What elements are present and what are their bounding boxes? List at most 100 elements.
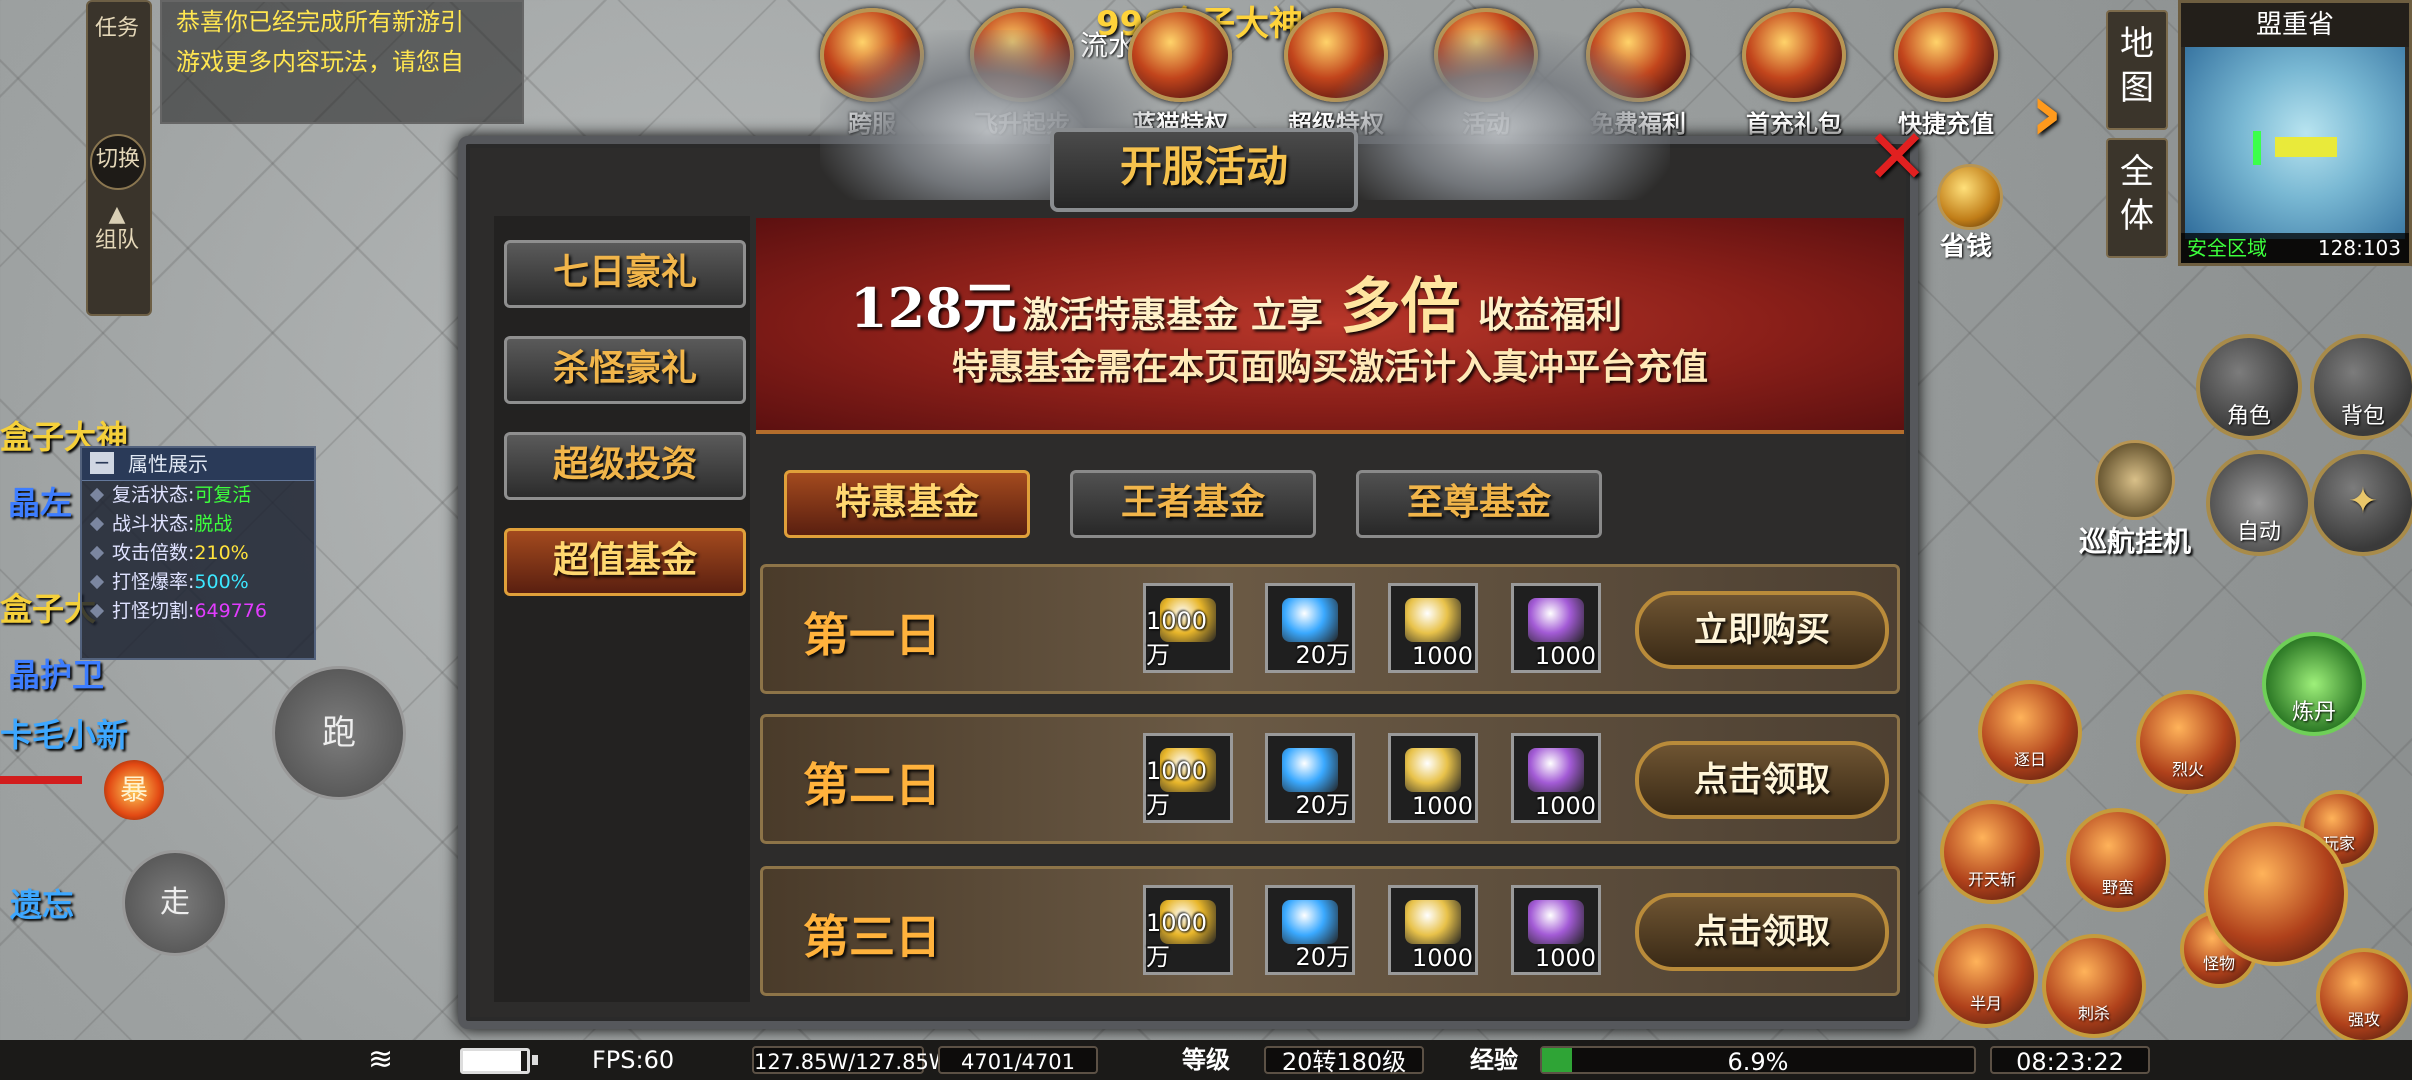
skill-label: 逐日 [2013, 750, 2046, 769]
reward-item-slot[interactable]: 1000 [1511, 583, 1601, 673]
compass-button[interactable]: ✦ [2310, 450, 2412, 556]
reward-quantity: 20万 [1295, 791, 1350, 819]
battery-icon [460, 1048, 530, 1074]
scroll-icon [1405, 748, 1461, 792]
player-marker-icon [2275, 137, 2337, 157]
bag-label: 背包 [2340, 404, 2385, 429]
task-button[interactable]: 任务 [94, 16, 140, 42]
attribute-rows: 复活状态:可复活 战斗状态:脱战 攻击倍数:210% 打怪爆率:500% 打怪切割:64… [82, 481, 314, 626]
coords-label: 128:103 [2317, 236, 2401, 260]
attribute-panel-title: − 属性展示 [82, 448, 314, 481]
minimap-view[interactable] [2185, 47, 2405, 239]
claim-button[interactable]: 点击领取 [1635, 741, 1889, 819]
skill-button-0[interactable]: 逐日 [1978, 680, 2082, 784]
reward-item-slot[interactable]: 1000万 [1143, 583, 1233, 673]
reward-item-slot[interactable]: 1000 [1388, 733, 1478, 823]
skill-button-6[interactable]: 强攻 [2316, 948, 2412, 1044]
top-icon-7[interactable]: 快捷充值 [1890, 8, 2002, 138]
fund-tab-0[interactable]: 特惠基金 [784, 470, 1030, 538]
skill-label: 半月 [1969, 994, 2002, 1013]
claim-button[interactable]: 点击领取 [1635, 893, 1889, 971]
quick-recharge-icon [1894, 8, 1998, 102]
banner-price: 128元 [850, 276, 1017, 340]
skill-button-1[interactable]: 烈火 [2136, 690, 2240, 794]
exp-percent: 6.9% [1727, 1048, 1789, 1076]
bag-button[interactable]: 背包 [2310, 334, 2412, 440]
skill-button-3[interactable]: 野蛮 [2066, 808, 2170, 912]
saving-label: 省钱 [1940, 232, 1993, 262]
attribute-value: 210% [194, 542, 249, 564]
reward-item-slot[interactable]: 20万 [1265, 733, 1355, 823]
skill-button-4[interactable]: 半月 [1934, 924, 2038, 1028]
alchemy-button[interactable]: 炼丹 [2262, 632, 2366, 736]
zone-label: 安全区域 [2187, 236, 2267, 260]
reward-item-slot[interactable]: 1000 [1511, 885, 1601, 975]
team-button[interactable]: ▲ 组队 [94, 202, 140, 254]
cruise-button[interactable]: 巡航挂机 [2070, 440, 2200, 558]
reward-item-slot[interactable]: 1000 [1511, 733, 1601, 823]
main-attack-button[interactable] [2204, 822, 2348, 966]
crossed-swords-icon [2095, 440, 2175, 520]
skill-button-5[interactable]: 刺杀 [2042, 934, 2146, 1038]
reward-item-slot[interactable]: 1000万 [1143, 885, 1233, 975]
side-menu-item-2[interactable]: 超级投资 [504, 432, 746, 500]
reward-item-slot[interactable]: 1000 [1388, 583, 1478, 673]
fps-label: FPS:60 [592, 1046, 675, 1074]
walk-joystick-button[interactable]: 走 [122, 850, 228, 956]
hp-value: 127.85W/127.85W [752, 1046, 950, 1074]
exp-bar: 6.9% [1540, 1046, 1976, 1076]
collapse-icon[interactable]: − [90, 452, 114, 474]
reward-quantity: 1000万 [1146, 757, 1208, 819]
side-menu-item-0[interactable]: 七日豪礼 [504, 240, 746, 308]
explode-button[interactable]: 暴 [104, 760, 164, 820]
attribute-row: 复活状态:可复活 [82, 481, 314, 510]
minimap[interactable]: 盟重省 安全区域 128:103 [2178, 0, 2412, 266]
expand-arrow-icon[interactable]: › [2030, 66, 2063, 159]
character-button[interactable]: 角色 [2196, 334, 2302, 440]
task-message-box[interactable]: 恭喜你已经完成所有新游引 游戏更多内容玩法，请您自 [160, 0, 524, 124]
map-button[interactable]: 地图 [2106, 10, 2168, 130]
task-message-line-2: 游戏更多内容玩法，请您自 [176, 48, 464, 76]
task-message-line-1: 恭喜你已经完成所有新游引 [176, 8, 464, 36]
close-icon[interactable]: ✕ [1864, 119, 1930, 195]
scroll-icon [1405, 598, 1461, 642]
reward-item-slot[interactable]: 1000 [1388, 885, 1478, 975]
top-icon-6[interactable]: 首充礼包 [1738, 8, 1850, 138]
day-label: 第二日 [803, 758, 941, 812]
team-label: 组队 [94, 228, 139, 253]
level-label: 等级 [1182, 1046, 1230, 1074]
mp-value: 4701/4701 [938, 1046, 1098, 1074]
skill-button-2[interactable]: 开天斩 [1940, 800, 2044, 904]
buy-now-button[interactable]: 立即购买 [1635, 591, 1889, 669]
reward-item-slot[interactable]: 20万 [1265, 583, 1355, 673]
side-menu-item-1[interactable]: 杀怪豪礼 [504, 336, 746, 404]
reward-quantity: 20万 [1295, 943, 1350, 971]
auto-button[interactable]: 自动 [2206, 450, 2312, 556]
fund-day-row: 第三日 1000万 20万 1000 1000 点击领取 [760, 866, 1900, 996]
battery-tip [532, 1055, 538, 1065]
all-channel-button[interactable]: 全体 [2106, 138, 2168, 258]
alchemy-label: 炼丹 [2291, 700, 2336, 725]
reward-quantity: 1000 [1534, 944, 1596, 972]
fund-day-row: 第一日 1000万 20万 1000 1000 立即购买 [760, 564, 1900, 694]
fund-tab-1[interactable]: 王者基金 [1070, 470, 1316, 538]
attribute-value: 500% [194, 571, 249, 593]
walk-label: 走 [160, 885, 190, 920]
minimap-title: 盟重省 [2181, 3, 2409, 47]
side-menu-item-3[interactable]: 超值基金 [504, 528, 746, 596]
saving-money-button[interactable]: 省钱 [1934, 164, 2006, 262]
banner-headline: 128元 激活特惠基金 立享 多倍 收益福利 [850, 258, 1622, 345]
clock-time: 08:23:22 [1990, 1046, 2150, 1076]
compass-icon: ✦ [2347, 481, 2379, 522]
switch-button[interactable]: 切换 [90, 134, 146, 190]
reward-quantity: 1000万 [1146, 607, 1208, 669]
player-name-label: 卡毛小新 [0, 716, 129, 754]
fund-tab-2[interactable]: 至尊基金 [1356, 470, 1602, 538]
reward-item-slot[interactable]: 1000万 [1143, 733, 1233, 823]
top-icon-label: 首充礼包 [1746, 110, 1842, 138]
minimap-footer: 安全区域 128:103 [2181, 233, 2409, 263]
reward-quantity: 1000万 [1146, 909, 1208, 971]
run-joystick-button[interactable]: 跑 [272, 666, 406, 800]
reward-item-slot[interactable]: 20万 [1265, 885, 1355, 975]
reward-quantity: 1000 [1534, 792, 1596, 820]
